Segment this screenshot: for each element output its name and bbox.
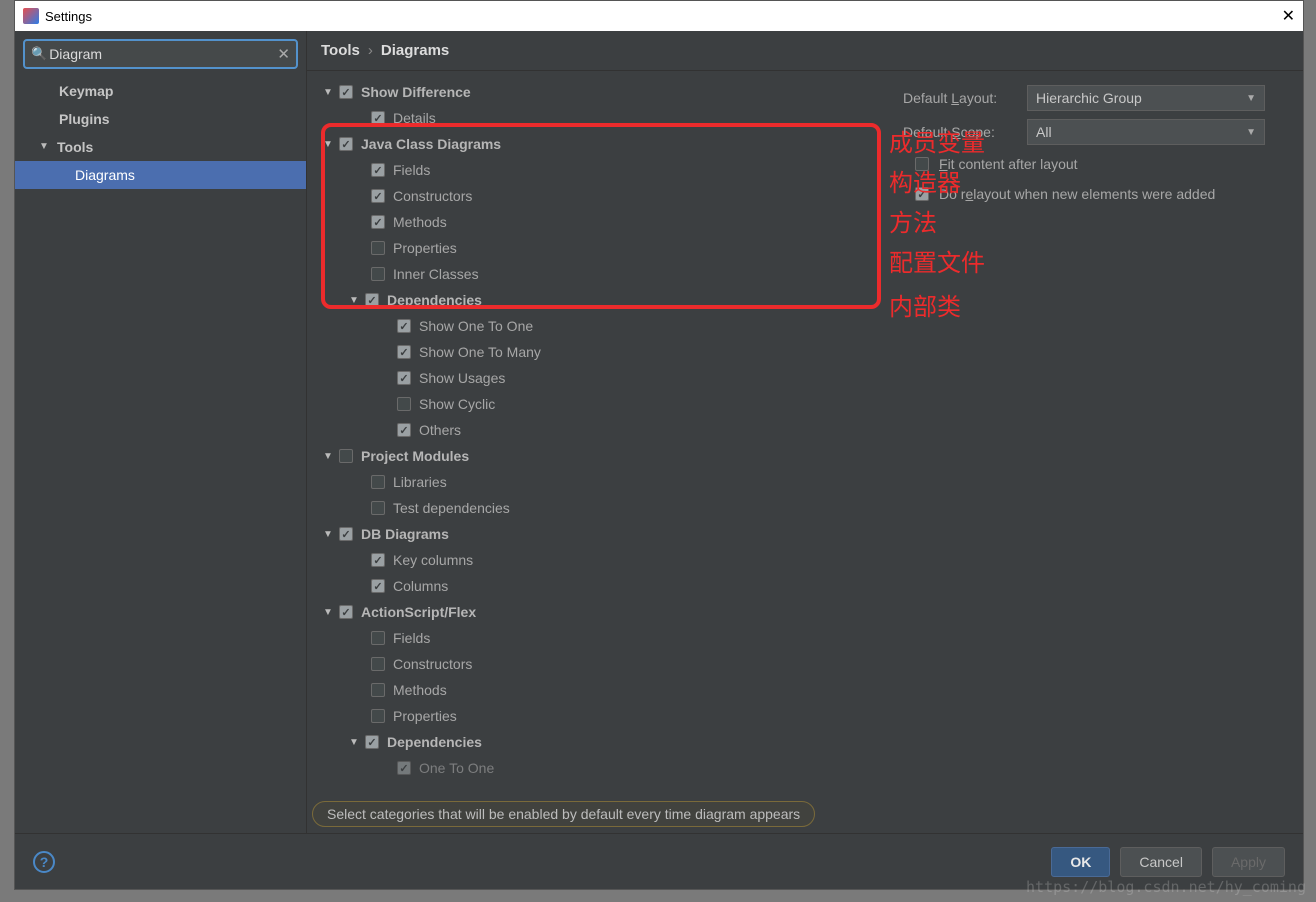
checkbox-show-cyclic[interactable] [397, 397, 411, 411]
checkbox-inner-classes[interactable] [371, 267, 385, 281]
checkbox-as-properties[interactable] [371, 709, 385, 723]
annotation: 方法 [889, 203, 937, 238]
breadcrumb-root[interactable]: Tools [321, 42, 360, 59]
tree-others[interactable]: Others [419, 422, 461, 438]
checkbox-show-one-to-one[interactable] [397, 319, 411, 333]
checkbox-as-constructors[interactable] [371, 657, 385, 671]
checkbox-project-modules[interactable] [339, 449, 353, 463]
sidebar-item-keymap[interactable]: Keymap [15, 77, 306, 105]
app-icon [23, 8, 39, 24]
tree-show-one-to-many[interactable]: Show One To Many [419, 344, 541, 360]
checkbox-key-columns[interactable] [371, 553, 385, 567]
tree-as-fields[interactable]: Fields [393, 630, 430, 646]
titlebar: Settings ✕ [15, 1, 1303, 31]
select-default-scope[interactable]: All▼ [1027, 119, 1265, 145]
window-title: Settings [45, 9, 92, 24]
sidebar-item-diagrams[interactable]: Diagrams [15, 161, 306, 189]
checkbox-fields[interactable] [371, 163, 385, 177]
sidebar-item-tools[interactable]: ▼Tools [15, 133, 306, 161]
chevron-down-icon: ▼ [1246, 93, 1256, 104]
chevron-down-icon[interactable]: ▼ [347, 737, 361, 748]
tree-show-usages[interactable]: Show Usages [419, 370, 505, 386]
checkbox-java-class-diagrams[interactable] [339, 137, 353, 151]
tree-as-methods[interactable]: Methods [393, 682, 447, 698]
search-input[interactable] [49, 46, 277, 62]
checkbox-as-dependencies[interactable] [365, 735, 379, 749]
search-icon: 🔍 [31, 46, 47, 62]
checkbox-others[interactable] [397, 423, 411, 437]
tree-project-modules[interactable]: Project Modules [361, 448, 469, 464]
tree-db-diagrams[interactable]: DB Diagrams [361, 526, 449, 542]
tree-dependencies[interactable]: Dependencies [387, 292, 482, 308]
tree-key-columns[interactable]: Key columns [393, 552, 473, 568]
apply-button[interactable]: Apply [1212, 847, 1285, 877]
chevron-down-icon[interactable]: ▼ [321, 451, 335, 462]
tree-constructors[interactable]: Constructors [393, 188, 472, 204]
checkbox-dependencies[interactable] [365, 293, 379, 307]
tree-columns[interactable]: Columns [393, 578, 448, 594]
main-panel: Tools › Diagrams ▼ Show Difference Detail… [307, 31, 1303, 833]
sidebar: 🔍 ✕ Keymap Plugins ▼Tools Diagrams [15, 31, 307, 833]
tree-panel[interactable]: ▼ Show Difference Details ▼ Java Class Dia… [307, 71, 899, 833]
hint-text: Select categories that will be enabled b… [312, 801, 815, 827]
breadcrumb: Tools › Diagrams [307, 31, 1303, 71]
tree-details[interactable]: Details [393, 110, 436, 126]
tree-inner-classes[interactable]: Inner Classes [393, 266, 479, 282]
checkbox-details[interactable] [371, 111, 385, 125]
checkbox-db-diagrams[interactable] [339, 527, 353, 541]
settings-window: Settings ✕ 🔍 ✕ Keymap Plugins ▼Tools Dia… [14, 0, 1304, 890]
chevron-down-icon[interactable]: ▼ [321, 87, 335, 98]
cancel-button[interactable]: Cancel [1120, 847, 1202, 877]
checkbox-properties[interactable] [371, 241, 385, 255]
tree-show-cyclic[interactable]: Show Cyclic [419, 396, 495, 412]
close-icon[interactable]: ✕ [1282, 6, 1295, 26]
tree-test-dependencies[interactable]: Test dependencies [393, 500, 510, 516]
breadcrumb-leaf: Diagrams [381, 42, 449, 59]
tree-properties[interactable]: Properties [393, 240, 457, 256]
checkbox-columns[interactable] [371, 579, 385, 593]
tree-as-constructors[interactable]: Constructors [393, 656, 472, 672]
chevron-down-icon[interactable]: ▼ [321, 529, 335, 540]
checkbox-as-methods[interactable] [371, 683, 385, 697]
label-default-layout: Default Layout: [903, 90, 1019, 106]
tree-libraries[interactable]: Libraries [393, 474, 447, 490]
clear-icon[interactable]: ✕ [277, 45, 290, 63]
chevron-down-icon: ▼ [1246, 127, 1256, 138]
annotation: 构造器 [889, 163, 961, 198]
checkbox-show-difference[interactable] [339, 85, 353, 99]
checkbox-methods[interactable] [371, 215, 385, 229]
ok-button[interactable]: OK [1051, 847, 1110, 877]
annotation: 配置文件 [889, 243, 985, 278]
tree-methods[interactable]: Methods [393, 214, 447, 230]
checkbox-actionscript-flex[interactable] [339, 605, 353, 619]
chevron-down-icon[interactable]: ▼ [321, 607, 335, 618]
sidebar-item-plugins[interactable]: Plugins [15, 105, 306, 133]
checkbox-libraries[interactable] [371, 475, 385, 489]
tree-show-one-to-one[interactable]: Show One To One [419, 318, 533, 334]
chevron-down-icon[interactable]: ▼ [347, 295, 361, 306]
checkbox-as-one-to-one[interactable] [397, 761, 411, 775]
tree-show-difference[interactable]: Show Difference [361, 84, 471, 100]
annotation: 内部类 [889, 287, 961, 322]
tree-as-one-to-one[interactable]: One To One [419, 760, 494, 776]
checkbox-show-usages[interactable] [397, 371, 411, 385]
checkbox-as-fields[interactable] [371, 631, 385, 645]
checkbox-constructors[interactable] [371, 189, 385, 203]
tree-fields[interactable]: Fields [393, 162, 430, 178]
tree-java-class-diagrams[interactable]: Java Class Diagrams [361, 136, 501, 152]
checkbox-test-dependencies[interactable] [371, 501, 385, 515]
chevron-down-icon[interactable]: ▼ [321, 139, 335, 150]
chevron-right-icon: › [368, 42, 373, 59]
checkbox-show-one-to-many[interactable] [397, 345, 411, 359]
search-input-wrap[interactable]: 🔍 ✕ [23, 39, 298, 69]
help-button[interactable]: ? [33, 851, 55, 873]
chevron-down-icon: ▼ [39, 141, 53, 152]
annotation: 成员变量 [889, 123, 985, 158]
select-default-layout[interactable]: Hierarchic Group▼ [1027, 85, 1265, 111]
tree-actionscript-flex[interactable]: ActionScript/Flex [361, 604, 476, 620]
tree-as-properties[interactable]: Properties [393, 708, 457, 724]
label-do-relayout[interactable]: Do relayout when new elements were added [939, 186, 1215, 202]
footer: ? OK Cancel Apply [15, 833, 1303, 889]
tree-as-dependencies[interactable]: Dependencies [387, 734, 482, 750]
